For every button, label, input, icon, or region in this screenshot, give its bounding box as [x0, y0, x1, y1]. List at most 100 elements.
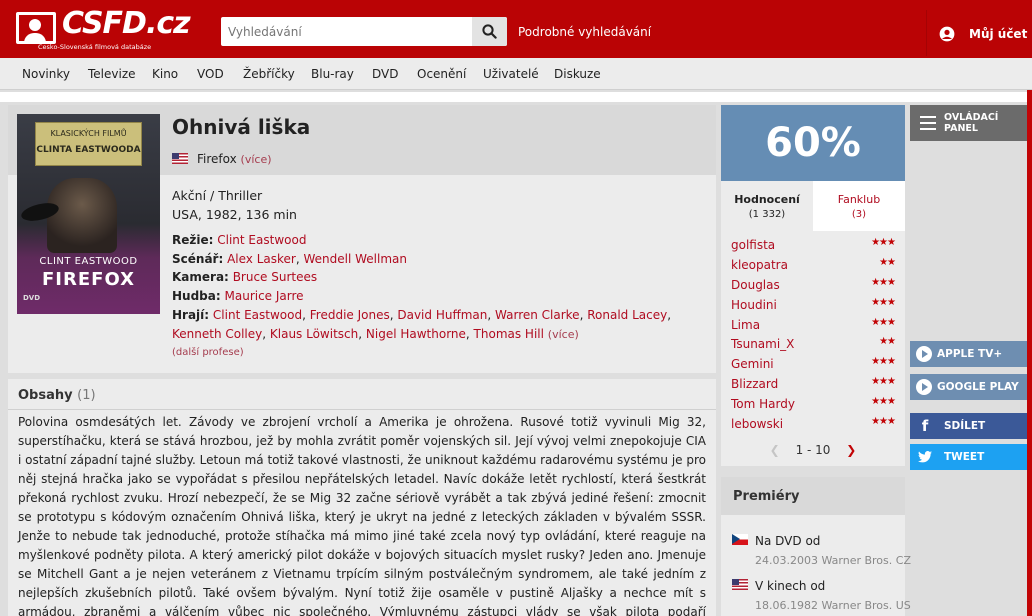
nav-dvd[interactable]: DVD — [372, 67, 398, 81]
cast-link-3[interactable]: David Huffman — [397, 308, 487, 322]
cast-link-5[interactable]: Ronald Lacey — [587, 308, 667, 322]
nav-televize[interactable]: Televize — [88, 67, 136, 81]
user-rating-row: Houdini ★★★ — [721, 295, 905, 315]
nav-vod[interactable]: VOD — [197, 67, 224, 81]
premiere-dvd-label: Na DVD od — [755, 534, 821, 548]
apple-tv-button[interactable]: APPLE TV+ — [910, 341, 1027, 367]
csfd-logo[interactable]: CSFD.cz Česko-Slovenská filmová databáze — [16, 6, 191, 52]
plot-panel: Obsahy (1) Polovina osmdesátých let. Záv… — [8, 379, 716, 616]
control-panel-button[interactable]: OVLÁDACÍ PANEL — [910, 105, 1027, 141]
control-panel-label: OVLÁDACÍ PANEL — [944, 112, 999, 134]
twitter-icon — [915, 447, 935, 467]
poster-series-name: CLINTA EASTWOODA — [36, 145, 141, 155]
page-edge — [1027, 90, 1032, 616]
user-rating-name[interactable]: Lima — [731, 318, 760, 332]
nav-kino[interactable]: Kino — [152, 67, 178, 81]
poster-dvd-logo: DVD — [23, 294, 41, 302]
cast-link-9[interactable]: Thomas Hill — [474, 327, 544, 341]
user-rating-row: golfista ★★★ — [721, 235, 905, 255]
user-rating-name[interactable]: golfista — [731, 238, 775, 252]
user-rating-name[interactable]: Houdini — [731, 298, 777, 312]
logo-person-icon — [16, 12, 56, 44]
premieres-heading: Premiéry — [721, 477, 905, 515]
search-box — [221, 17, 507, 46]
user-rating-name[interactable]: lebowski — [731, 417, 783, 431]
music-link[interactable]: Maurice Jarre — [225, 289, 304, 303]
google-play-label: GOOGLE PLAY — [937, 381, 1019, 393]
more-professions-link[interactable]: (další profese) — [172, 347, 244, 358]
premiere-cinema-label: V kinech od — [755, 579, 826, 593]
director-label: Režie: — [172, 233, 214, 247]
user-rating-name[interactable]: Tom Hardy — [731, 397, 795, 411]
play-icon — [916, 379, 932, 395]
search-icon — [482, 24, 497, 39]
user-icon — [939, 26, 955, 42]
nav-uzivatele[interactable]: Uživatelé — [483, 67, 539, 81]
music-label: Hudba: — [172, 289, 221, 303]
cast-link-1[interactable]: Clint Eastwood — [213, 308, 302, 322]
director-link[interactable]: Clint Eastwood — [217, 233, 306, 247]
star-rating-icon: ★★★ — [871, 396, 896, 408]
user-rating-name[interactable]: Tsunami_X — [731, 337, 794, 351]
camera-link[interactable]: Bruce Surtees — [233, 270, 317, 284]
user-rating-name[interactable]: Gemini — [731, 357, 774, 371]
search-input[interactable] — [221, 17, 471, 46]
user-rating-row: Tsunami_X ★★ — [721, 334, 905, 354]
nav-oceneni[interactable]: Ocenění — [417, 67, 466, 81]
camera-row: Kamera: Bruce Surtees — [172, 270, 317, 284]
tab-ratings[interactable]: Hodnocení (1 332) — [721, 181, 813, 231]
account-menu[interactable]: Můj účet — [926, 10, 1032, 56]
premiere-cinema-date: 18.06.1982 Warner Bros. US — [755, 599, 911, 612]
tweet-label: TWEET — [944, 451, 985, 463]
tab-fanclub[interactable]: Fanklub (3) — [813, 181, 905, 231]
cast-link-4[interactable]: Warren Clarke — [495, 308, 580, 322]
rating-score: 60% — [721, 105, 905, 181]
share-label: SDÍLET — [944, 420, 986, 432]
nav-novinky[interactable]: Novinky — [22, 67, 70, 81]
poster-actor: CLINT EASTWOOD — [39, 256, 138, 267]
poster-figure — [47, 178, 117, 253]
rating-pager: ❮ 1 - 10 ❯ — [721, 443, 905, 457]
writer-label: Scénář: — [172, 252, 224, 266]
share-facebook-button[interactable]: f SDÍLET — [910, 413, 1027, 439]
rating-panel: 60% Hodnocení (1 332) Fanklub (3) golfis… — [721, 105, 905, 466]
writer-link-2[interactable]: Wendell Wellman — [304, 252, 408, 266]
user-ratings-list: golfista ★★★ kleopatra ★★ Douglas ★★★ Houdini ★… — [721, 235, 905, 434]
alt-title-more-link[interactable]: (více) — [241, 153, 272, 166]
search-button[interactable] — [472, 17, 507, 46]
cast-more-link[interactable]: (více) — [548, 328, 579, 341]
tweet-button[interactable]: TWEET — [910, 444, 1027, 470]
nav-bluray[interactable]: Blu-ray — [311, 67, 354, 81]
advanced-search-link[interactable]: Podrobné vyhledávání — [518, 25, 651, 39]
star-rating-icon: ★★ — [879, 336, 896, 348]
writer-link-1[interactable]: Alex Lasker — [227, 252, 296, 266]
plot-count: (1) — [77, 388, 96, 403]
cast-link-2[interactable]: Freddie Jones — [310, 308, 390, 322]
film-poster[interactable]: KLASICKÝCH FILMŮ CLINTA EASTWOODA CLINT … — [17, 114, 160, 314]
star-rating-icon: ★★★ — [871, 296, 896, 308]
play-icon — [916, 346, 932, 362]
us-flag-icon — [732, 579, 748, 590]
star-rating-icon: ★★★ — [871, 376, 896, 388]
cast-row: Hrají: Clint Eastwood, Freddie Jones, Da… — [172, 308, 672, 341]
google-play-button[interactable]: GOOGLE PLAY — [910, 374, 1027, 400]
star-rating-icon: ★★★ — [871, 276, 896, 288]
music-row: Hudba: Maurice Jarre — [172, 289, 304, 303]
cast-link-8[interactable]: Nigel Hawthorne — [366, 327, 466, 341]
facebook-icon: f — [921, 417, 929, 435]
tab-fanclub-count: (3) — [851, 209, 867, 220]
pager-next-icon[interactable]: ❯ — [846, 443, 856, 457]
nav-diskuze[interactable]: Diskuze — [554, 67, 601, 81]
star-rating-icon: ★★★ — [871, 356, 896, 368]
user-rating-name[interactable]: Blizzard — [731, 377, 778, 391]
star-rating-icon: ★★★ — [871, 237, 896, 248]
user-rating-name[interactable]: Douglas — [731, 278, 780, 292]
cast-link-7[interactable]: Klaus Löwitsch — [270, 327, 358, 341]
director-row: Režie: Clint Eastwood — [172, 233, 306, 247]
plot-heading: Obsahy (1) — [18, 388, 96, 403]
cast-link-6[interactable]: Kenneth Colley — [172, 327, 262, 341]
top-bar: CSFD.cz Česko-Slovenská filmová databáze… — [0, 0, 1032, 58]
pager-prev-icon[interactable]: ❮ — [770, 443, 780, 457]
user-rating-name[interactable]: kleopatra — [731, 258, 788, 272]
nav-zebricky[interactable]: Žebříčky — [243, 67, 295, 81]
